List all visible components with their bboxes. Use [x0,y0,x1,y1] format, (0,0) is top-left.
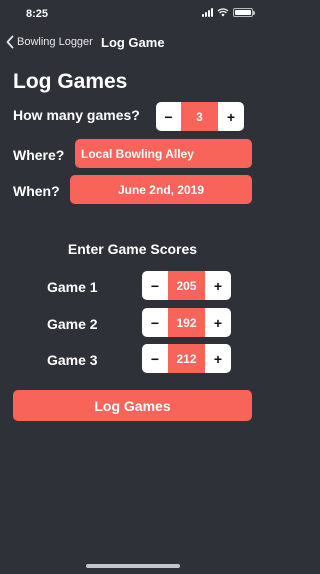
home-indicator [86,564,180,568]
game-1-score-stepper: − 205 + [142,271,231,300]
status-icons [202,8,255,17]
game-2-increment-button[interactable]: + [205,308,231,337]
game-2-score-value: 192 [168,308,205,337]
status-bar: 8:25 [0,0,265,26]
game-1-score-value: 205 [168,271,205,300]
game-2-decrement-button[interactable]: − [142,308,168,337]
game-3-score-stepper: − 212 + [142,344,231,373]
chevron-left-icon [6,35,14,49]
when-label: When? [13,183,60,199]
game-3-score-value: 212 [168,344,205,373]
when-value: June 2nd, 2019 [117,182,205,197]
game-2-score-stepper: − 192 + [142,308,231,337]
signal-icon [202,8,213,17]
games-count-label: How many games? [13,107,140,123]
game-1-decrement-button[interactable]: − [142,271,168,300]
log-games-button[interactable]: Log Games [13,390,252,421]
battery-icon [233,8,255,17]
nav-title: Log Game [101,35,165,50]
back-button[interactable]: Bowling Logger [5,35,93,49]
game-3-increment-button[interactable]: + [205,344,231,373]
games-count-value: 3 [181,102,218,131]
status-time: 8:25 [26,8,49,20]
page-title: Log Games [13,70,128,93]
game-3-label: Game 3 [47,352,98,368]
where-label: Where? [13,147,65,163]
game-1-label: Game 1 [47,279,98,295]
games-count-decrement-button[interactable]: − [156,102,181,131]
game-1-increment-button[interactable]: + [205,271,231,300]
game-2-label: Game 2 [47,316,98,332]
where-field[interactable]: Local Bowling Alley [75,139,252,168]
game-3-decrement-button[interactable]: − [142,344,168,373]
games-count-stepper: − 3 + [156,102,244,131]
navigation-bar: Bowling Logger Log Game [0,30,265,56]
games-count-increment-button[interactable]: + [218,102,244,131]
when-field[interactable]: June 2nd, 2019 [70,175,252,204]
scores-heading: Enter Game Scores [67,241,198,257]
wifi-icon [217,8,229,17]
where-value: Local Bowling Alley [81,146,194,161]
back-button-label: Bowling Logger [17,36,93,48]
